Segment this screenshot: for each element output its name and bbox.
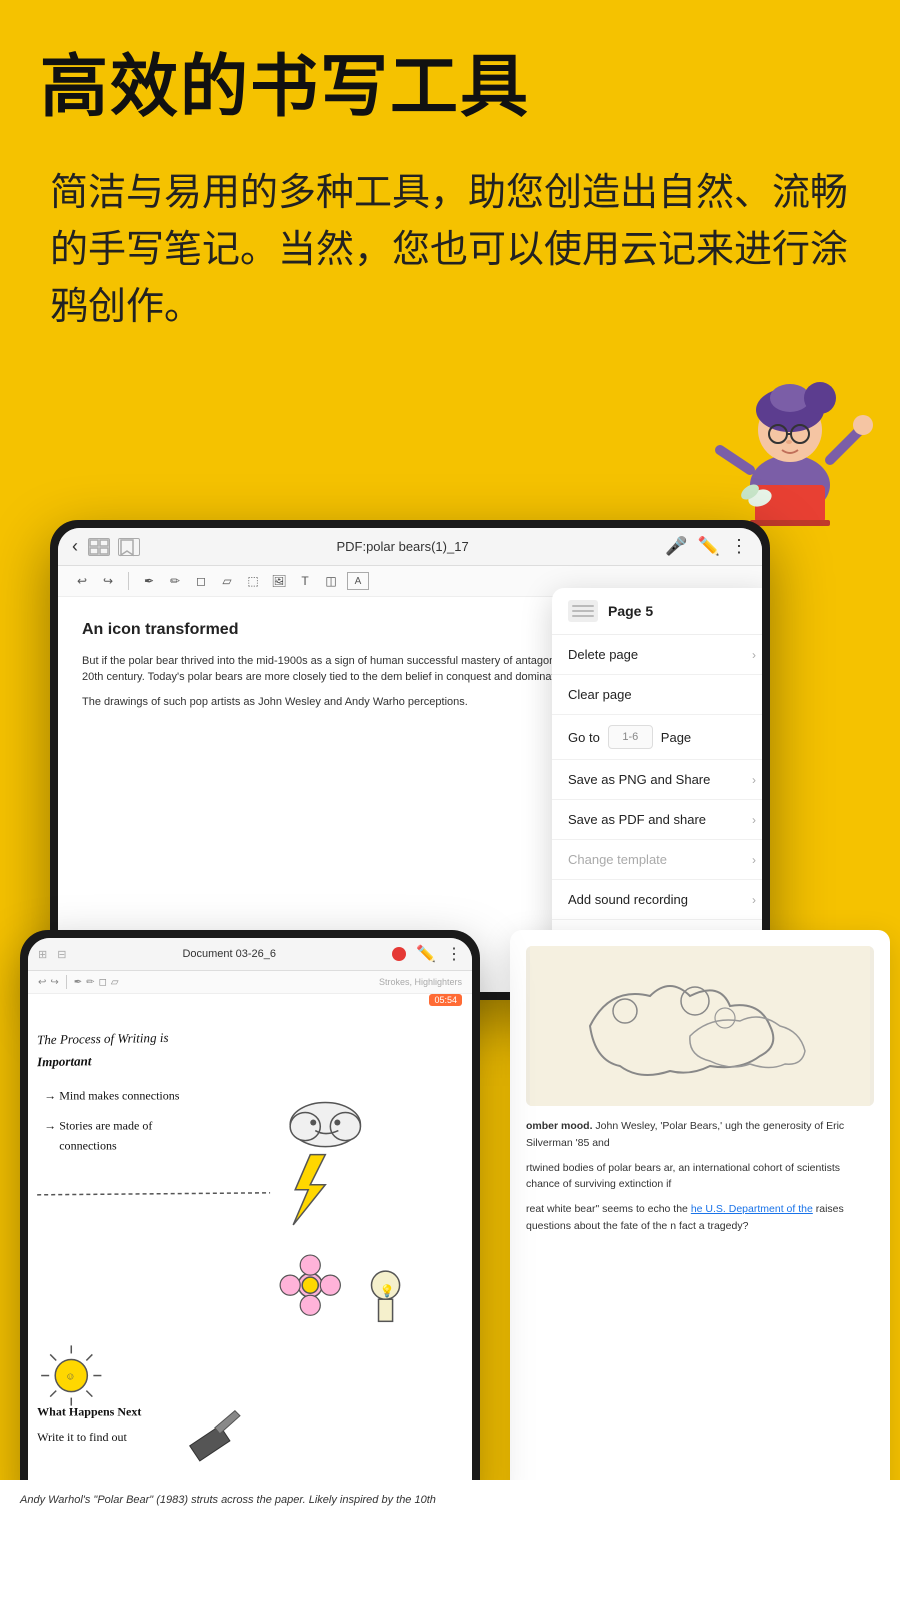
save-pdf-label: Save as PDF and share [568, 812, 706, 827]
svg-text:What Happens Next: What Happens Next [37, 1405, 141, 1419]
page-icon [568, 600, 598, 622]
phone-drawing-toolbar: ↩ ↪ ✒ ✏ ◻ ▱ Strokes, Highlighters [28, 971, 472, 994]
phone-screen: ⊞ ⊟ Document 03-26_6 ✏️ ⋮ ↩ ↪ ✒ ✏ ◻ ▱ St… [28, 938, 472, 1502]
svg-text:→ Stories are made of: → Stories are made of [44, 1119, 152, 1133]
font-icon[interactable]: A [347, 572, 369, 590]
clear-page-label: Clear page [568, 687, 632, 702]
bottom-strip: Andy Warhol's "Polar Bear" (1983) struts… [0, 1480, 900, 1600]
menu-header: Page 5 [552, 588, 762, 635]
change-template-label: Change template [568, 852, 667, 867]
phone-toolbar-sep [66, 975, 67, 989]
phone-device: ⊞ ⊟ Document 03-26_6 ✏️ ⋮ ↩ ↪ ✒ ✏ ◻ ▱ St… [20, 930, 480, 1510]
menu-item-goto: Go to Page [552, 715, 762, 760]
menu-item-add-sound[interactable]: Add sound recording › [552, 880, 762, 920]
svg-text:The Process of Writing is: The Process of Writing is [37, 1030, 169, 1047]
svg-text:☺: ☺ [65, 1372, 75, 1383]
pen-icon[interactable]: ✒ [139, 571, 159, 591]
save-png-arrow: › [752, 773, 756, 787]
doc-caption-bold: omber mood. [526, 1120, 593, 1132]
menu-item-delete-page[interactable]: Delete page › [552, 635, 762, 675]
bottom-strip-text: Andy Warhol's "Polar Bear" (1983) struts… [20, 1492, 880, 1510]
toolbar-layout-icons [88, 538, 140, 556]
character-illustration [700, 330, 880, 530]
microphone-icon[interactable]: 🎤 [665, 536, 687, 557]
more-options-icon[interactable]: ⋮ [730, 536, 748, 557]
menu-item-save-png[interactable]: Save as PNG and Share › [552, 760, 762, 800]
svg-text:Write it to find out: Write it to find out [37, 1430, 127, 1444]
add-sound-arrow: › [752, 893, 756, 907]
edit-icon[interactable]: ✏️ [698, 536, 720, 557]
back-button[interactable]: ‹ [72, 536, 78, 557]
phone-undo[interactable]: ↩ [38, 977, 46, 988]
dept-link[interactable]: he U.S. Department of the [691, 1203, 813, 1215]
document-title[interactable]: PDF:polar bears(1)_17 [150, 539, 655, 554]
main-title: 高效的书写工具 [40, 50, 860, 125]
pencil-tool-icon[interactable]: ✏ [165, 571, 185, 591]
recording-indicator [392, 947, 406, 961]
menu-page-label: Page 5 [608, 603, 653, 619]
toolbar-separator [128, 572, 129, 590]
doc-caption: omber mood. John Wesley, 'Polar Bears,' … [526, 1118, 874, 1152]
selection-icon[interactable]: ⬚ [243, 571, 263, 591]
goto-page-suffix: Page [661, 730, 691, 745]
phone-edit-icon[interactable]: ✏️ [416, 944, 436, 964]
add-sound-label: Add sound recording [568, 892, 688, 907]
bookmark-icon [118, 538, 140, 556]
highlighter-icon[interactable]: ◻ [191, 571, 211, 591]
menu-item-change-template[interactable]: Change template › [552, 840, 762, 880]
text-box-icon[interactable]: T [295, 571, 315, 591]
phone-more-icon[interactable]: ⋮ [446, 944, 462, 964]
tablet-toolbar: ‹ PDF:polar bears(1)_17 [58, 528, 762, 566]
svg-text:→ Mind makes connections: → Mind makes connections [44, 1088, 180, 1102]
phone-toolbar-icons: ⊞ ⊟ [38, 948, 66, 961]
menu-item-clear-page[interactable]: Clear page [552, 675, 762, 715]
toolbar-right-controls: 🎤 ✏️ ⋮ [665, 536, 748, 557]
undo-icon[interactable]: ↩ [72, 571, 92, 591]
tablet-screen: ‹ PDF:polar bears(1)_17 [58, 528, 762, 992]
doc-para-1: rtwined bodies of polar bears ar, an int… [526, 1160, 874, 1194]
delete-page-label: Delete page [568, 647, 638, 662]
strokes-label: Strokes, Highlighters [379, 977, 462, 987]
phone-toolbar: ⊞ ⊟ Document 03-26_6 ✏️ ⋮ [28, 938, 472, 971]
save-pdf-arrow: › [752, 813, 756, 827]
save-png-label: Save as PNG and Share [568, 772, 710, 787]
phone-highlighter[interactable]: ◻ [99, 977, 107, 988]
svg-text:Important: Important [36, 1053, 92, 1069]
subtitle-text: 简洁与易用的多种工具，助您创造出自然、流畅的手写笔记。当然，您也可以使用云记来进… [40, 165, 860, 336]
phone-eraser[interactable]: ▱ [111, 977, 119, 988]
document-panel: omber mood. John Wesley, 'Polar Bears,' … [510, 930, 890, 1510]
header-section: 高效的书写工具 简洁与易用的多种工具，助您创造出自然、流畅的手写笔记。当然，您也… [0, 0, 900, 356]
redo-icon[interactable]: ↪ [98, 571, 118, 591]
svg-text:💡: 💡 [380, 1284, 395, 1298]
andy-warhol-text: Andy Warhol's "Polar Bear" (1983) struts… [20, 1494, 436, 1506]
tablet-device: ‹ PDF:polar bears(1)_17 [50, 520, 770, 1000]
doc-para-2: reat white bear" seems to echo the he U.… [526, 1201, 874, 1235]
svg-text:connections: connections [59, 1139, 117, 1153]
handwriting-svg: The Process of Writing is Important → Mi… [28, 994, 472, 1486]
goto-input[interactable] [608, 725, 653, 749]
grid-icon [88, 538, 110, 556]
bear-sketch-image [526, 946, 874, 1106]
goto-label: Go to [568, 730, 600, 745]
phone-redo[interactable]: ↪ [50, 977, 58, 988]
phone-pencil[interactable]: ✏ [86, 977, 94, 988]
media-icon[interactable]: ◫ [321, 571, 341, 591]
menu-item-save-pdf[interactable]: Save as PDF and share › [552, 800, 762, 840]
phone-document-content: 05:54 The Process of Writing is Importan… [28, 994, 472, 1486]
doc-panel-content: omber mood. John Wesley, 'Polar Bears,' … [510, 930, 890, 1510]
eraser-icon[interactable]: ▱ [217, 571, 237, 591]
change-template-arrow: › [752, 853, 756, 867]
phone-pen[interactable]: ✒ [74, 977, 82, 988]
delete-page-arrow: › [752, 648, 756, 662]
phone-doc-title: Document 03-26_6 [72, 948, 386, 960]
context-menu: Page 5 Delete page › Clear page Go to Pa… [552, 588, 762, 968]
image-icon[interactable]: 🖼 [269, 571, 289, 591]
